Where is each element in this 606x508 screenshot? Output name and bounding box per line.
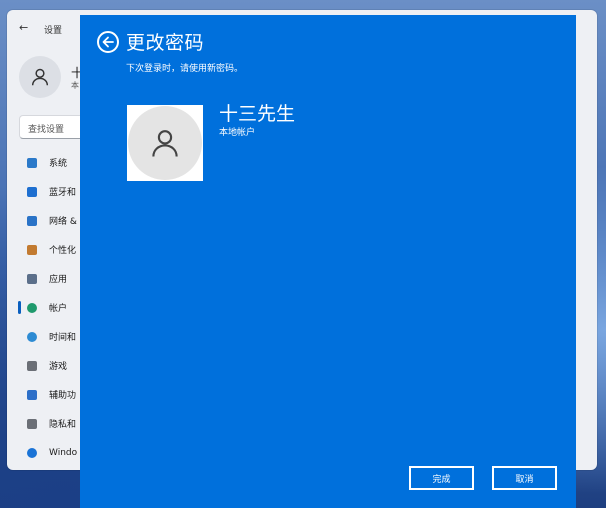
user-avatar-tile [127, 105, 203, 181]
settings-back-button[interactable]: ← [19, 21, 28, 34]
windows-update-icon [27, 447, 37, 458]
change-password-dialog: 更改密码 下次登录时，请使用新密码。 十三先生 本地帐户 完成 取消 [80, 15, 576, 508]
cancel-button[interactable]: 取消 [492, 466, 557, 490]
person-icon [152, 130, 178, 157]
user-account-type: 本地帐户 [219, 128, 256, 138]
globe-clock-icon [27, 331, 37, 342]
gamepad-icon [27, 360, 37, 371]
settings-app-title: 设置 [44, 26, 63, 36]
wifi-icon [27, 215, 37, 226]
avatar [128, 106, 202, 180]
dialog-back-button[interactable] [97, 31, 119, 53]
sidebar-item-label: 辅助功 [49, 391, 77, 401]
accessibility-icon [27, 389, 37, 400]
sidebar-item-label: 蓝牙和 [49, 188, 77, 198]
dialog-title: 更改密码 [126, 32, 205, 54]
settings-profile-avatar[interactable] [19, 56, 61, 98]
sidebar-item-label: 隐私和 [49, 420, 77, 430]
sidebar-item-label: 个性化 [49, 246, 77, 256]
dialog-subtitle: 下次登录时，请使用新密码。 [126, 64, 244, 74]
person-icon [27, 302, 37, 313]
finish-button[interactable]: 完成 [409, 466, 474, 490]
sidebar-item-label: 时间和 [49, 333, 77, 343]
sidebar-item-label: Windo [49, 447, 78, 458]
sidebar-item-label: 系统 [49, 159, 68, 169]
user-display-name: 十三先生 [219, 103, 296, 125]
sidebar-item-label: 网络 & [49, 217, 77, 227]
bluetooth-icon [27, 186, 37, 197]
person-icon [31, 68, 49, 86]
brush-icon [27, 244, 37, 255]
sidebar-item-label: 应用 [49, 275, 68, 285]
shield-icon [27, 418, 37, 429]
arrow-left-icon [102, 36, 114, 48]
sidebar-item-label: 帐户 [49, 304, 68, 314]
apps-icon [27, 273, 37, 284]
monitor-icon [27, 157, 37, 168]
sidebar-item-label: 游戏 [49, 362, 68, 372]
settings-profile-subtitle: 本 [71, 81, 79, 90]
